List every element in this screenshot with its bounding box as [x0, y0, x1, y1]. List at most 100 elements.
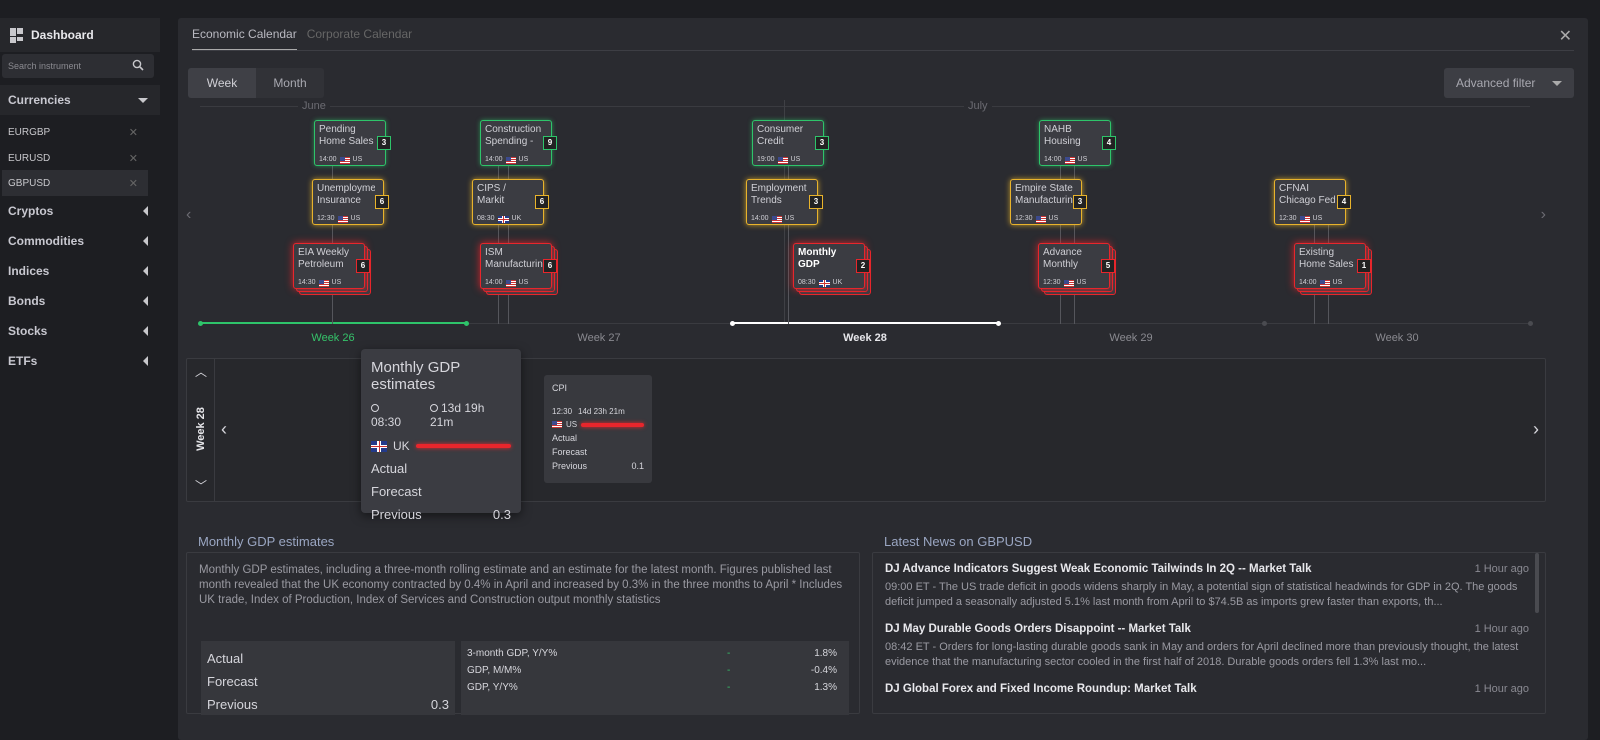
stat-dash: -: [727, 665, 731, 676]
tab-bar: Economic Calendar Corporate Calendar: [192, 18, 412, 50]
week-28-highlight: [732, 322, 998, 324]
advanced-filter-button[interactable]: Advanced filter: [1444, 68, 1574, 98]
news-scrollbar[interactable]: [1535, 553, 1539, 613]
event-country: US: [518, 279, 529, 286]
week-label-28[interactable]: Week 28: [843, 332, 887, 344]
event-name: NAHB Housing: [1044, 124, 1081, 147]
remove-icon[interactable]: ✕: [129, 177, 138, 190]
week-label-27[interactable]: Week 27: [577, 332, 620, 344]
event-count-badge: 4: [1337, 195, 1351, 209]
sidebar-group-etfs[interactable]: ETFs: [0, 346, 160, 376]
event-card-advance-monthly[interactable]: Advance Monthly 12:30 US 5: [1038, 243, 1115, 289]
remove-icon[interactable]: ✕: [129, 152, 138, 165]
impact-bar: [581, 422, 644, 427]
event-count-badge: 4: [1102, 136, 1116, 150]
detail-title: Monthly GDP estimates: [198, 534, 335, 549]
week-label-30[interactable]: Week 30: [1375, 332, 1418, 344]
previous-value: 0.3: [492, 507, 511, 522]
search-icon[interactable]: [132, 59, 144, 71]
week-label-26[interactable]: Week 26: [311, 332, 354, 344]
chevron-down-icon[interactable]: ﹀: [195, 477, 207, 494]
event-card-empire-state-manufacturing[interactable]: Empire State Manufacturing 12:30 US 3: [1010, 179, 1087, 225]
event-time: 14:00: [1044, 156, 1062, 163]
tab-corporate-calendar[interactable]: Corporate Calendar: [307, 19, 412, 49]
remove-icon[interactable]: ✕: [129, 126, 138, 139]
dashboard-link[interactable]: Dashboard: [0, 18, 160, 52]
week-view-button[interactable]: Week: [188, 68, 256, 98]
event-card-construction-spending[interactable]: Construction Spending - 14:00 US 9: [480, 120, 557, 166]
event-card-eia-weekly-petroleum[interactable]: EIA Weekly Petroleum 14:30 US 6: [293, 243, 370, 289]
us-flag-icon: [552, 421, 562, 428]
us-flag-icon: [1064, 156, 1075, 164]
event-card-cfnai-chicago-fed[interactable]: CFNAI Chicago Fed 12:30 US 4: [1274, 179, 1351, 225]
timeline-next-icon[interactable]: ›: [1541, 206, 1546, 224]
event-card-monthly-gdp[interactable]: Monthly GDP 08:30 UK 2: [793, 243, 870, 289]
week-dot: [730, 321, 735, 326]
chevron-left-icon: [143, 326, 148, 336]
event-card-nahb-housing[interactable]: NAHB Housing 14:00 US 4: [1039, 120, 1116, 166]
sidebar-group-bonds[interactable]: Bonds: [0, 286, 160, 316]
sidebar-group-label: Indices: [8, 264, 50, 278]
timeline-prev-icon[interactable]: ‹: [186, 206, 191, 224]
event-time: 14:00: [751, 215, 769, 222]
event-count-badge: 3: [1073, 195, 1087, 209]
search-box: [2, 54, 154, 78]
sidebar-group-indices[interactable]: Indices: [0, 256, 160, 286]
week-dot: [1262, 321, 1267, 326]
forecast-label: Forecast: [207, 674, 258, 689]
event-card-existing-home-sales[interactable]: Existing Home Sales 14:00 US 1: [1294, 243, 1371, 289]
chevron-up-icon[interactable]: ︿: [195, 363, 207, 380]
clock-icon: [371, 404, 379, 412]
panel-next-icon[interactable]: ›: [1533, 419, 1539, 440]
cpi-time: 12:30: [552, 407, 573, 416]
news-item[interactable]: DJ Global Forex and Fixed Income Roundup…: [885, 683, 1529, 695]
event-card-consumer-credit[interactable]: Consumer Credit 19:00 US 3: [752, 120, 829, 166]
week-label-29[interactable]: Week 29: [1109, 332, 1152, 344]
event-card-unemployment-insurance[interactable]: Unemployment Insurance 12:30 US 6: [312, 179, 389, 225]
month-axis: [200, 106, 1530, 107]
event-time: 14:00: [485, 156, 503, 163]
sidebar-group-currencies[interactable]: Currencies: [0, 85, 160, 115]
event-name: CFNAI Chicago Fed: [1279, 183, 1336, 206]
actual-label: Actual: [371, 461, 408, 476]
news-item[interactable]: DJ May Durable Goods Orders Disappoint -…: [885, 623, 1529, 670]
instrument-eurgbp[interactable]: EURGBP ✕: [2, 119, 148, 145]
calendar-panel: Economic Calendar Corporate Calendar ✕ W…: [178, 18, 1588, 740]
uk-flag-icon: [497, 215, 509, 223]
us-flag-icon: [777, 156, 788, 164]
event-time: 08:30: [798, 279, 816, 286]
sidebar-group-cryptos[interactable]: Cryptos: [0, 196, 160, 226]
us-flag-icon: [339, 156, 350, 164]
event-card-employment-trends[interactable]: Employment Trends 14:00 US 3: [746, 179, 823, 225]
instrument-eurusd[interactable]: EURUSD ✕: [2, 145, 148, 171]
event-time: 12:30: [1279, 215, 1297, 222]
event-card-pending-home-sales[interactable]: Pending Home Sales 14:00 US 3: [314, 120, 391, 166]
month-view-button[interactable]: Month: [256, 68, 324, 98]
news-item[interactable]: DJ Advance Indicators Suggest Weak Econo…: [885, 563, 1529, 610]
event-count-badge: 2: [856, 259, 870, 273]
event-popup-monthly-gdp[interactable]: Monthly GDP estimates 08:30 13d 19h 21m …: [361, 349, 521, 522]
previous-value: 0.3: [430, 697, 449, 712]
news-headline: DJ Advance Indicators Suggest Weak Econo…: [885, 563, 1312, 575]
dashboard-icon: [10, 27, 23, 43]
sidebar-group-stocks[interactable]: Stocks: [0, 316, 160, 346]
event-card-cips-markit[interactable]: CIPS / Markit 08:30 UK 6: [472, 179, 549, 225]
event-detail-section: Monthly GDP estimates Monthly GDP estima…: [186, 534, 860, 715]
sidebar-group-label: ETFs: [8, 354, 38, 368]
month-july: July: [964, 100, 992, 112]
event-time: 08:30: [477, 215, 495, 222]
instrument-gbpusd[interactable]: GBPUSD ✕: [2, 170, 148, 196]
event-card-ism-manufacturing[interactable]: ISM Manufacturing 14:00 US 6: [480, 243, 557, 289]
timer-icon: [430, 404, 438, 412]
chevron-left-icon: [143, 206, 148, 216]
view-toggle: Week Month: [188, 68, 324, 98]
event-card-cpi[interactable]: CPI 12:30 14d 23h 21m US Actual Forecast …: [544, 375, 652, 483]
event-country: US: [784, 215, 795, 222]
event-count-badge: 5: [1101, 259, 1115, 273]
search-input[interactable]: [2, 54, 122, 78]
tab-economic-calendar[interactable]: Economic Calendar: [192, 19, 297, 50]
close-icon[interactable]: ✕: [1559, 26, 1572, 46]
sidebar-group-commodities[interactable]: Commodities: [0, 226, 160, 256]
event-name: EIA Weekly Petroleum: [298, 247, 349, 270]
panel-prev-icon[interactable]: ‹: [221, 419, 227, 440]
